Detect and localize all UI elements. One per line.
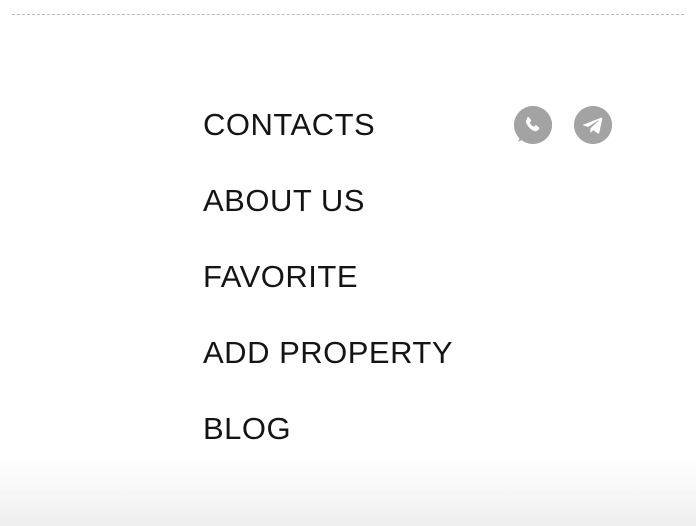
menu-item-about-us[interactable]: ABOUT US: [203, 180, 453, 256]
whatsapp-button[interactable]: [514, 106, 552, 144]
whatsapp-icon: [514, 106, 552, 144]
telegram-icon: [574, 106, 612, 144]
social-links: [514, 106, 612, 144]
menu-item-add-property[interactable]: ADD PROPERTY: [203, 332, 453, 408]
footer-menu: CONTACTS ABOUT US FAVORITE ADD PROPERTY …: [203, 104, 453, 484]
section-divider: [12, 14, 684, 15]
bottom-shade: [0, 456, 696, 526]
menu-item-favorite[interactable]: FAVORITE: [203, 256, 453, 332]
menu-item-contacts[interactable]: CONTACTS: [203, 104, 453, 180]
telegram-button[interactable]: [574, 106, 612, 144]
